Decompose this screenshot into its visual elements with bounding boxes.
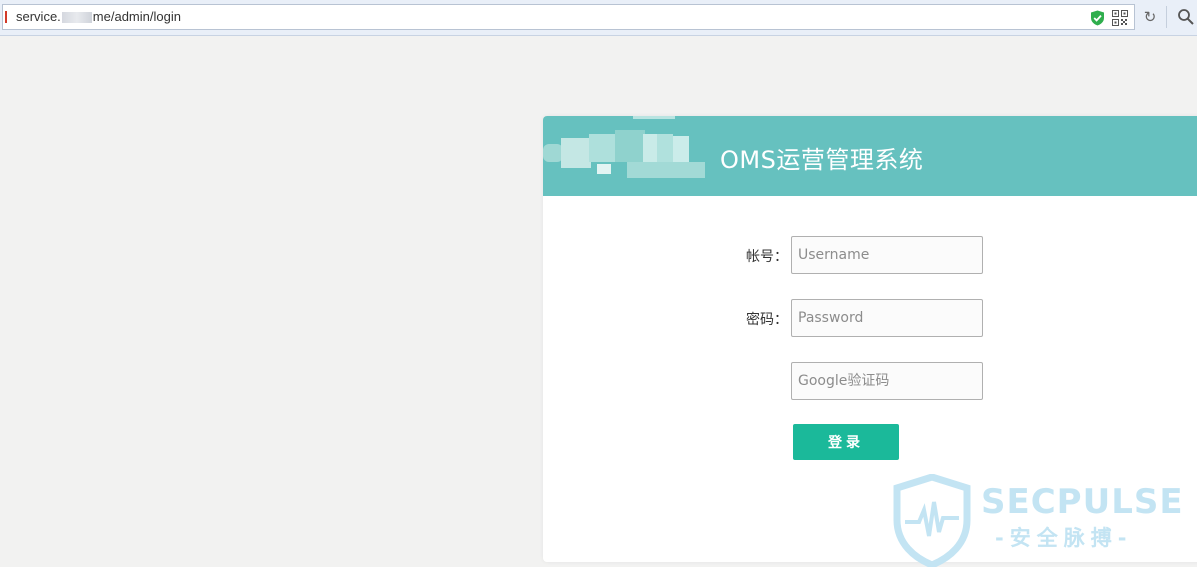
url-prefix: service.	[16, 9, 61, 24]
site-favicon-icon	[2, 11, 7, 23]
page-title: OMS运营管理系统	[720, 146, 924, 174]
url-suffix: me/admin/login	[92, 9, 181, 24]
watermark-subtitle: -安全脉搏-	[995, 526, 1133, 550]
search-icon[interactable]	[1177, 8, 1195, 26]
toolbar-divider	[1166, 6, 1167, 28]
url-redacted	[61, 12, 92, 24]
browser-address-bar: service. me/admin/login ↻	[0, 0, 1197, 36]
shield-check-icon[interactable]	[1090, 10, 1105, 26]
google-captcha-input[interactable]	[791, 362, 983, 400]
card-header: OMS运营管理系统	[543, 116, 1197, 196]
login-button[interactable]: 登录	[793, 424, 899, 460]
watermark: SECPULSE -安全脉搏-	[893, 474, 1197, 567]
username-row: 帐号：	[543, 236, 1197, 274]
password-row: 密码：	[543, 299, 1197, 337]
watermark-title: SECPULSE	[981, 482, 1184, 522]
username-label: 帐号：	[746, 249, 788, 265]
url-field[interactable]: service. me/admin/login	[2, 4, 1135, 30]
username-input[interactable]	[791, 236, 983, 274]
url-text: service. me/admin/login	[16, 9, 181, 24]
refresh-icon[interactable]: ↻	[1142, 8, 1158, 26]
password-input[interactable]	[791, 299, 983, 337]
password-label: 密码：	[746, 312, 788, 328]
logo-redacted	[543, 116, 705, 180]
qr-code-icon[interactable]	[1112, 10, 1128, 26]
captcha-row	[543, 362, 1197, 400]
shield-pulse-icon	[893, 474, 971, 567]
